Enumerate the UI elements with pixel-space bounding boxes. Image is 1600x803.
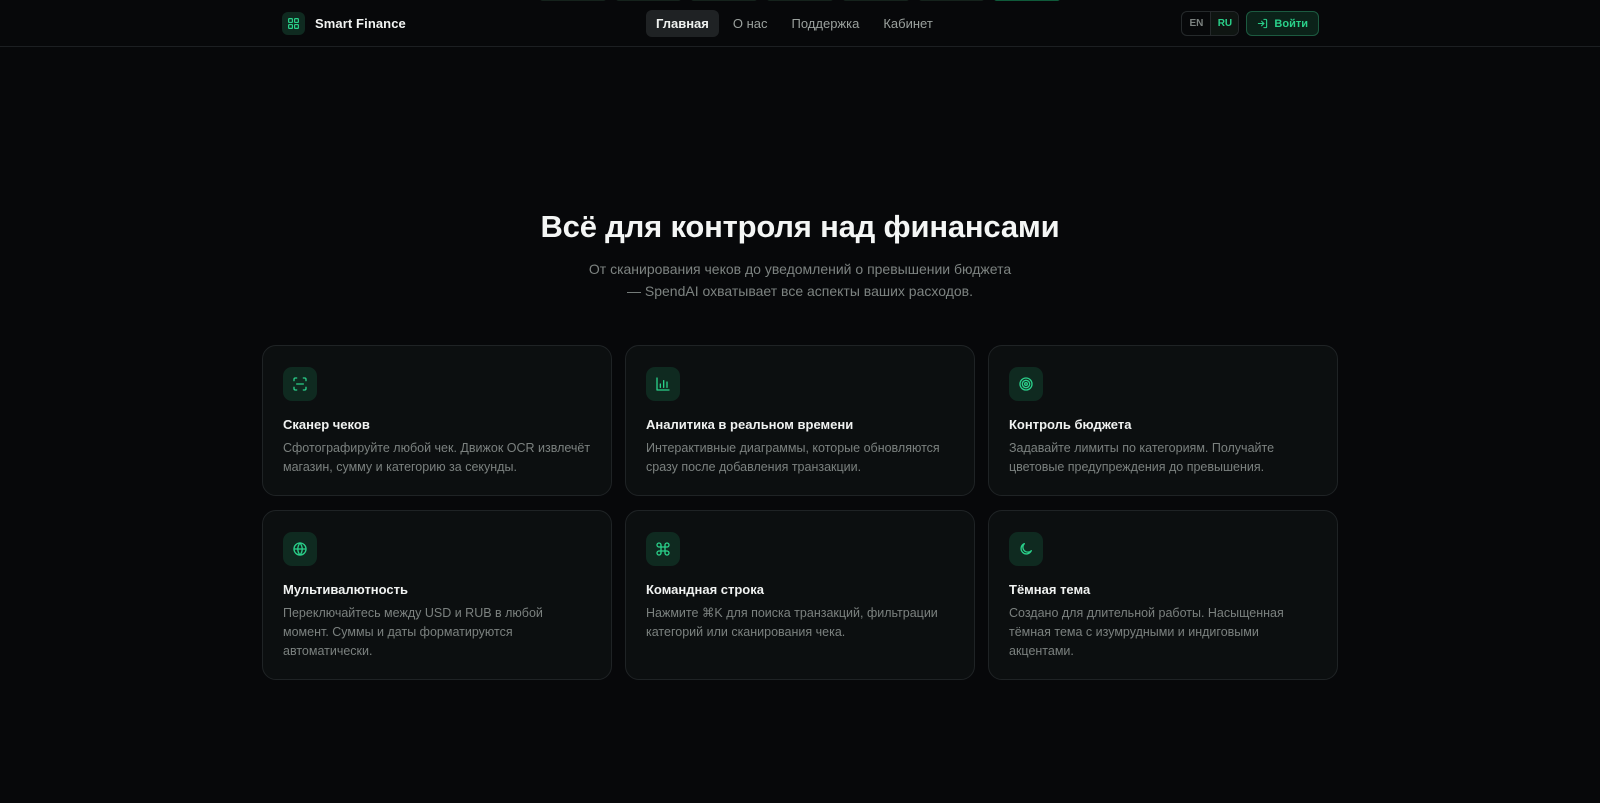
page-subtitle: От сканирования чеков до уведомлений о п… bbox=[588, 261, 1012, 299]
feature-card-budget-control: Контроль бюджета Задавайте лимиты по кат… bbox=[988, 345, 1338, 496]
feature-title: Тёмная тема bbox=[1009, 582, 1091, 597]
language-switcher: EN RU bbox=[1181, 11, 1240, 36]
nav-item-home[interactable]: Главная bbox=[646, 10, 719, 37]
feature-card-command-line: Командная строка Нажмите ⌘K для поиска т… bbox=[625, 510, 975, 680]
scan-icon bbox=[283, 367, 317, 401]
login-icon bbox=[1258, 18, 1268, 29]
hero-section: Всё для контроля над финансами От сканир… bbox=[0, 206, 1600, 302]
feature-description: Создано для длительной работы. Насыщенна… bbox=[1009, 606, 1284, 658]
feature-title: Аналитика в реальном времени bbox=[646, 417, 854, 432]
feature-description: Задавайте лимиты по категориям. Получайт… bbox=[1009, 441, 1275, 474]
page-title: Всё для контроля над финансами bbox=[540, 209, 1060, 244]
feature-card-dark-theme: Тёмная тема Создано для длительной работ… bbox=[988, 510, 1338, 680]
moon-icon bbox=[1009, 532, 1043, 566]
nav-item-about[interactable]: О нас bbox=[723, 10, 778, 37]
nav-item-support[interactable]: Поддержка bbox=[782, 10, 870, 37]
grid-logo-icon bbox=[282, 12, 305, 35]
lang-ru-button[interactable]: RU bbox=[1210, 12, 1239, 35]
brand-name: Smart Finance bbox=[315, 16, 406, 31]
globe-icon bbox=[283, 532, 317, 566]
feature-card-realtime-analytics: Аналитика в реальном времени Интерактивн… bbox=[625, 345, 975, 496]
bar-chart-icon bbox=[646, 367, 680, 401]
main-nav: Главная О нас Поддержка Кабинет bbox=[646, 10, 943, 37]
command-icon bbox=[646, 532, 680, 566]
feature-card-multicurrency: Мультивалютность Переключайтесь между US… bbox=[262, 510, 612, 680]
feature-title: Контроль бюджета bbox=[1009, 417, 1132, 432]
feature-title: Мультивалютность bbox=[283, 582, 409, 597]
lang-en-button[interactable]: EN bbox=[1182, 12, 1210, 35]
feature-description: Нажмите ⌘K для поиска транзакций, фильтр… bbox=[646, 606, 938, 639]
feature-description: Интерактивные диаграммы, которые обновля… bbox=[646, 441, 940, 474]
nav-item-cabinet[interactable]: Кабинет bbox=[873, 10, 942, 37]
login-label: Войти bbox=[1274, 17, 1308, 30]
login-button[interactable]: Войти bbox=[1246, 11, 1319, 36]
feature-description: Переключайтесь между USD и RUB в любой м… bbox=[283, 606, 543, 658]
partial-tab-strip bbox=[540, 0, 1061, 1]
feature-card-receipt-scanner: Сканер чеков Сфотографируйте любой чек. … bbox=[262, 345, 612, 496]
top-navigation-bar: Smart Finance Главная О нас Поддержка Ка… bbox=[0, 0, 1600, 47]
header-controls: EN RU Войти bbox=[1181, 11, 1319, 36]
brand[interactable]: Smart Finance bbox=[282, 12, 406, 35]
feature-title: Командная строка bbox=[646, 582, 764, 597]
feature-title: Сканер чеков bbox=[283, 417, 370, 432]
feature-description: Сфотографируйте любой чек. Движок OCR из… bbox=[283, 441, 591, 474]
target-icon bbox=[1009, 367, 1043, 401]
features-grid: Сканер чеков Сфотографируйте любой чек. … bbox=[262, 345, 1339, 680]
